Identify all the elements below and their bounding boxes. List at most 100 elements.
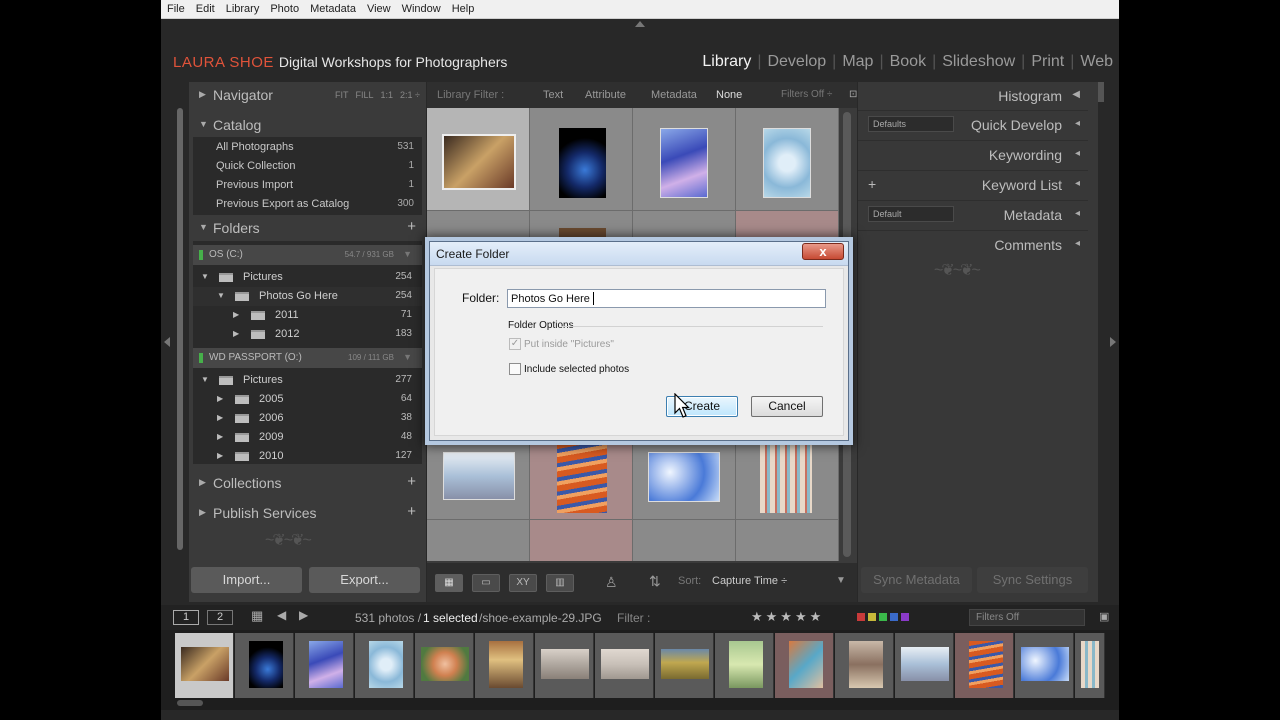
menu-edit[interactable]: Edit: [190, 0, 220, 15]
filmstrip-thumb[interactable]: [355, 633, 414, 698]
add-publish-service-icon[interactable]: +: [407, 503, 416, 520]
add-folder-icon[interactable]: +: [407, 218, 416, 235]
grid-shortcut-icon[interactable]: ▦: [251, 608, 263, 624]
filmstrip-thumb[interactable]: [295, 633, 354, 698]
back-arrow-icon[interactable]: ◀: [277, 608, 286, 622]
quick-develop-preset-select[interactable]: Defaults: [868, 116, 954, 132]
catalog-header[interactable]: ▼ Catalog: [189, 112, 426, 138]
compare-view-icon[interactable]: XY: [509, 574, 537, 592]
grid-cell[interactable]: [530, 108, 633, 211]
right-panel-toggle-icon[interactable]: [1110, 337, 1116, 347]
sync-metadata-button[interactable]: Sync Metadata: [861, 567, 972, 593]
folder-row[interactable]: ▶ 2010 127: [193, 447, 422, 466]
collapse-triangle-icon[interactable]: ▼: [217, 291, 225, 300]
painter-icon[interactable]: ♙: [605, 574, 618, 591]
folder-row[interactable]: ▶ 2009 48: [193, 428, 422, 447]
filmstrip-thumb[interactable]: [955, 633, 1014, 698]
filter-lock-icon[interactable]: ⊡: [849, 89, 857, 100]
zoom-1-1[interactable]: 1:1: [381, 90, 394, 100]
filmstrip-thumb[interactable]: [175, 633, 234, 698]
selected-filename[interactable]: /shoe-example-29.JPG: [479, 611, 602, 625]
filter-metadata[interactable]: Metadata: [651, 89, 697, 101]
module-print[interactable]: Print: [1025, 53, 1070, 71]
volume-wd-passport[interactable]: WD PASSPORT (O:) 109 / 111 GB ▼: [193, 348, 422, 368]
folder-row[interactable]: ▼ Photos Go Here 254: [193, 287, 422, 306]
export-button[interactable]: Export...: [309, 567, 420, 593]
filmstrip-thumb[interactable]: [475, 633, 534, 698]
color-label-purple-icon[interactable]: [901, 613, 909, 621]
volume-collapse-icon[interactable]: ▼: [403, 352, 412, 362]
menu-library[interactable]: Library: [220, 0, 265, 15]
add-collection-icon[interactable]: +: [407, 473, 416, 490]
publish-services-header[interactable]: ▶ Publish Services +: [189, 500, 426, 526]
filmstrip-thumb[interactable]: [415, 633, 474, 698]
expand-triangle-icon[interactable]: ▶: [233, 329, 239, 338]
cancel-button[interactable]: Cancel: [751, 396, 823, 417]
collections-header[interactable]: ▶ Collections +: [189, 470, 426, 496]
catalog-item[interactable]: Previous Export as Catalog 300: [193, 195, 422, 214]
filmstrip-thumb[interactable]: [235, 633, 294, 698]
expand-triangle-icon[interactable]: ▶: [233, 310, 239, 319]
filmstrip-filter-select[interactable]: Filters Off: [969, 609, 1085, 626]
rating-stars-icon[interactable]: ★★★★★: [751, 609, 824, 625]
expand-triangle-icon[interactable]: ▶: [217, 432, 223, 441]
left-panel-scrollbar[interactable]: [177, 108, 183, 550]
menu-view[interactable]: View: [361, 0, 396, 15]
filmstrip-thumb[interactable]: [715, 633, 774, 698]
folder-row[interactable]: ▶ 2006 38: [193, 409, 422, 428]
module-web[interactable]: Web: [1074, 53, 1119, 71]
folders-header[interactable]: ▼ Folders +: [189, 215, 426, 241]
grid-cell[interactable]: [736, 108, 839, 211]
keyword-list-header[interactable]: + Keyword List ◂: [858, 170, 1088, 200]
grid-view-icon[interactable]: ▦: [435, 574, 463, 592]
folder-row[interactable]: ▶ 2005 64: [193, 390, 422, 409]
collapse-triangle-icon[interactable]: ▼: [201, 272, 209, 281]
put-inside-checkbox[interactable]: ✓: [509, 338, 521, 350]
filter-text[interactable]: Text: [543, 89, 563, 101]
menu-window[interactable]: Window: [396, 0, 446, 15]
collapse-triangle-icon[interactable]: ▼: [201, 375, 209, 384]
filmstrip-thumb[interactable]: [835, 633, 894, 698]
include-selected-checkbox[interactable]: [509, 363, 521, 375]
sort-select[interactable]: Capture Time ÷: [712, 575, 787, 587]
primary-window-button[interactable]: 1: [173, 610, 199, 625]
metadata-preset-select[interactable]: Default: [868, 206, 954, 222]
keywording-header[interactable]: Keywording ◂: [858, 140, 1088, 170]
menu-photo[interactable]: Photo: [264, 0, 304, 15]
sort-direction-icon[interactable]: ⇅: [649, 573, 661, 590]
filter-lock-icon[interactable]: ▣: [1099, 610, 1109, 623]
folder-row[interactable]: ▼ Pictures 277: [193, 371, 422, 390]
filmstrip-thumb[interactable]: [1015, 633, 1074, 698]
histogram-header[interactable]: Histogram ◀: [858, 82, 1088, 112]
filmstrip-scrollbar[interactable]: [177, 700, 203, 706]
folder-name-input[interactable]: [507, 289, 826, 308]
filmstrip-thumb[interactable]: [775, 633, 834, 698]
filter-preset[interactable]: Filters Off ÷: [781, 89, 832, 100]
loupe-view-icon[interactable]: ▭: [472, 574, 500, 592]
zoom-fit[interactable]: FIT: [335, 90, 349, 100]
filmstrip-thumb[interactable]: [895, 633, 954, 698]
metadata-header[interactable]: Default Metadata ◂: [858, 200, 1088, 230]
grid-cell[interactable]: [633, 520, 736, 561]
quick-develop-header[interactable]: Defaults Quick Develop ◂: [858, 110, 1088, 140]
module-slideshow[interactable]: Slideshow: [936, 53, 1021, 71]
module-book[interactable]: Book: [884, 53, 932, 71]
grid-cell[interactable]: [427, 520, 530, 561]
zoom-fill[interactable]: FILL: [356, 90, 374, 100]
color-label-blue-icon[interactable]: [890, 613, 898, 621]
survey-view-icon[interactable]: ▥: [546, 574, 574, 592]
filter-none[interactable]: None: [716, 89, 742, 101]
grid-cell[interactable]: [427, 108, 530, 211]
import-button[interactable]: Import...: [191, 567, 302, 593]
navigator-header[interactable]: ▶ Navigator FIT FILL 1:1 2:1 ÷: [189, 82, 426, 108]
filmstrip-thumb[interactable]: [535, 633, 594, 698]
catalog-item[interactable]: Previous Import 1: [193, 176, 422, 195]
left-panel-toggle-icon[interactable]: [164, 337, 170, 347]
forward-arrow-icon[interactable]: ▶: [299, 608, 308, 622]
folder-row[interactable]: ▼ Pictures 254: [193, 268, 422, 287]
comments-header[interactable]: Comments ◂: [858, 230, 1088, 260]
folder-row[interactable]: ▶ 2011 71: [193, 306, 422, 325]
color-label-green-icon[interactable]: [879, 613, 887, 621]
filmstrip-thumb[interactable]: [1075, 633, 1105, 698]
volume-collapse-icon[interactable]: ▼: [403, 249, 412, 259]
